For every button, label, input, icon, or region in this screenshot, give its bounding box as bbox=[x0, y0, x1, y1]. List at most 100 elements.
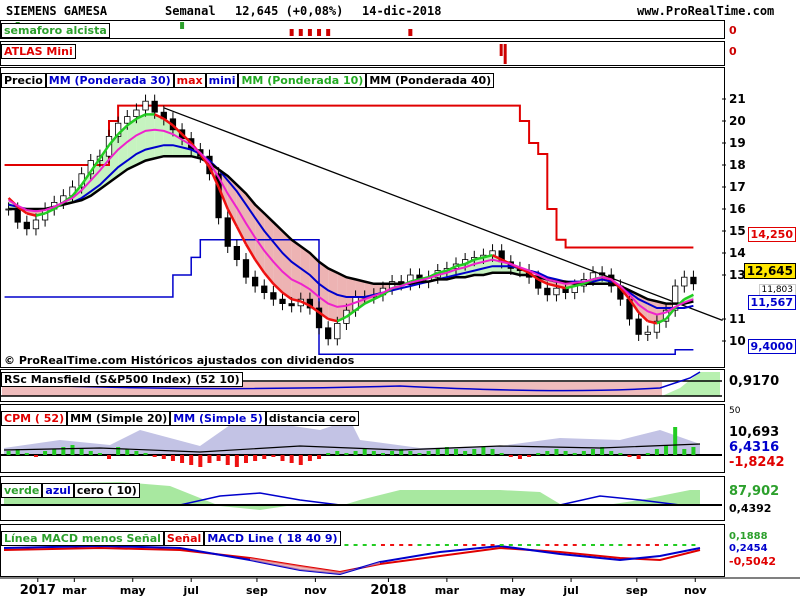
candle-body bbox=[32, 219, 40, 230]
ma-band-segment bbox=[273, 222, 283, 293]
x-tick-label: sep bbox=[626, 584, 648, 597]
ma-band-segment bbox=[154, 114, 164, 159]
cpm-bar bbox=[225, 455, 230, 465]
candle-body bbox=[261, 285, 268, 293]
candle-body bbox=[681, 276, 688, 287]
cpm-bar bbox=[463, 451, 468, 455]
cpm-bar bbox=[107, 455, 112, 459]
cpm-bar bbox=[654, 449, 659, 455]
macd-hist-bar bbox=[490, 544, 495, 546]
cpm-bar bbox=[527, 455, 532, 457]
cpm-bar bbox=[344, 453, 349, 455]
legend-verde: verde bbox=[1, 483, 43, 498]
macd-hist-bar bbox=[426, 544, 431, 546]
cpm-bar bbox=[517, 455, 522, 459]
x-tick-label: sep bbox=[246, 584, 268, 597]
ma-band-segment bbox=[145, 114, 155, 161]
cpm-bar bbox=[490, 449, 495, 455]
ma-band-segment bbox=[291, 239, 301, 302]
rsc-label: RSc Mansfield (S&P500 Index) (52 10) bbox=[1, 372, 243, 387]
cpm-bar bbox=[499, 453, 504, 455]
x-tick-label: mar bbox=[62, 584, 87, 597]
cpm-bar bbox=[134, 451, 139, 455]
macd-hist-bar bbox=[581, 544, 586, 546]
candle-body bbox=[690, 276, 697, 285]
cpm-bar bbox=[353, 451, 358, 455]
candle-body bbox=[635, 318, 642, 335]
legend-mm20: MM (Simple 20) bbox=[67, 411, 171, 426]
x-tick-label: mar bbox=[435, 584, 460, 597]
cpm-bar bbox=[161, 455, 166, 459]
x-tick-label: may bbox=[120, 584, 146, 597]
x-tick-label: nov bbox=[684, 584, 707, 597]
candle-body bbox=[224, 217, 231, 247]
cpm-bar bbox=[673, 427, 678, 455]
legend-mini: mini bbox=[205, 73, 239, 88]
macd-hist-bar bbox=[472, 544, 477, 546]
ma-band-segment bbox=[127, 118, 137, 170]
cpm-bar bbox=[24, 453, 29, 455]
verde-legend: verde azul cero ( 10) bbox=[1, 479, 140, 498]
candle-body bbox=[279, 298, 286, 305]
legend-mm30: MM (Ponderada 30) bbox=[45, 73, 174, 88]
semaforo-bar bbox=[298, 29, 303, 36]
macd-hist-bar bbox=[682, 544, 687, 546]
semaforo-bar bbox=[317, 29, 322, 36]
ma-band-segment bbox=[300, 246, 310, 306]
cpm-bar bbox=[198, 455, 203, 467]
verde-value: 87,902 bbox=[729, 484, 780, 499]
atlas-label: ATLAS Mini bbox=[1, 44, 76, 59]
macd-signal-value: 0,2454 bbox=[729, 543, 768, 554]
cpm-bar bbox=[408, 451, 413, 455]
candle-body bbox=[23, 221, 30, 230]
cpm-mm20-value: 10,693 bbox=[729, 425, 780, 440]
candle-body bbox=[151, 100, 158, 113]
cpm-bar bbox=[618, 453, 623, 455]
cpm-bar bbox=[180, 455, 185, 463]
semaforo-bar bbox=[408, 29, 413, 36]
cpm-bar bbox=[326, 453, 331, 455]
cpm-distancia-value: -1,8242 bbox=[729, 455, 785, 470]
x-tick-label: may bbox=[500, 584, 526, 597]
cpm-bar bbox=[170, 455, 175, 461]
candle-body bbox=[233, 245, 240, 260]
legend-max: max bbox=[173, 73, 206, 88]
site-url[interactable]: www.ProRealTime.com bbox=[637, 4, 774, 18]
semaforo-bar bbox=[289, 29, 294, 36]
y-tick-label: 15 bbox=[729, 224, 746, 238]
macd-hist-bar bbox=[691, 544, 696, 546]
y-tick-label: 11 bbox=[729, 312, 746, 326]
legend-mm10: MM (Ponderada 10) bbox=[238, 73, 367, 88]
cpm-bar bbox=[481, 447, 486, 455]
cpm-bar bbox=[581, 451, 586, 455]
panel-frame-price bbox=[0, 67, 725, 368]
macd-hist-bar bbox=[399, 544, 404, 546]
chart-header: SIEMENS GAMESA Semanal 12,645 (+0,08%) 1… bbox=[0, 0, 800, 20]
macd-hist-bar bbox=[590, 544, 595, 546]
macd-hist-bar bbox=[654, 544, 659, 546]
legend-precio: Precio bbox=[1, 73, 46, 88]
macd-hist-bar bbox=[499, 544, 504, 546]
semaforo-bar bbox=[180, 22, 185, 29]
last-quote: 12,645 (+0,08%) bbox=[235, 4, 344, 18]
macd-hist-bar bbox=[371, 544, 376, 546]
cpm-bar bbox=[189, 455, 194, 465]
legend-mm40: MM (Ponderada 40) bbox=[366, 73, 495, 88]
macd-hist-value: 0,1888 bbox=[729, 531, 768, 542]
tag-mini-value: 9,4000 bbox=[747, 339, 796, 354]
macd-line-value: -0,5042 bbox=[729, 555, 777, 568]
cpm-bar bbox=[52, 449, 57, 455]
cpm-bar bbox=[590, 449, 595, 455]
candle-body bbox=[251, 276, 259, 287]
cpm-bar bbox=[207, 455, 212, 463]
candle-body bbox=[544, 287, 551, 296]
x-tick-label: nov bbox=[304, 584, 327, 597]
cpm-bar bbox=[88, 451, 93, 455]
macd-hist-bar bbox=[508, 544, 513, 546]
tag-last-price: 12,645 bbox=[743, 263, 796, 279]
cpm-bar bbox=[97, 453, 102, 455]
cpm-bar bbox=[545, 451, 550, 455]
cpm-legend: CPM ( 52) MM (Simple 20) MM (Simple 5) dist… bbox=[1, 407, 360, 426]
candle-body bbox=[553, 287, 560, 296]
y-tick-label: 20 bbox=[729, 114, 746, 128]
